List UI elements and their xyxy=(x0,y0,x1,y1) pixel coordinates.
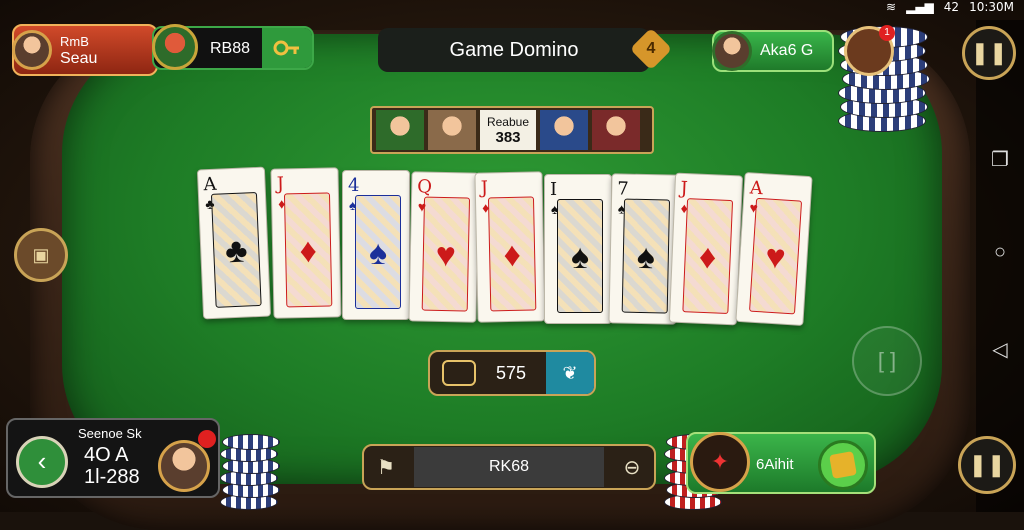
player-panel-top-left[interactable]: RmB Seau xyxy=(12,24,158,76)
avatar xyxy=(712,31,752,71)
card-rank: Q xyxy=(417,176,433,198)
avatar xyxy=(158,440,210,492)
medal-icon: ✦ xyxy=(690,432,750,492)
player-panel-top-right[interactable]: Aka6 G xyxy=(712,30,834,72)
player-panel-bottom-right[interactable]: ✦ 6Aihit xyxy=(686,432,876,494)
player-line-1: RmB xyxy=(60,34,89,49)
flag-icon[interactable]: ⚑ xyxy=(364,455,408,480)
minus-circle-icon[interactable]: ⊖ xyxy=(610,455,654,480)
card-rank: J xyxy=(480,177,489,199)
card-art: ♠ xyxy=(557,199,603,313)
playing-card[interactable]: J ♦ ♦ xyxy=(668,172,744,326)
card-rank: J xyxy=(680,177,689,200)
coin-icon xyxy=(829,451,857,479)
home-icon[interactable]: ○ xyxy=(988,240,1012,264)
placeholder-icon: [ ] xyxy=(877,348,897,373)
avatar xyxy=(152,24,198,70)
clock: 10:30M xyxy=(969,0,1014,14)
wifi-icon: ≋ xyxy=(886,0,897,14)
card-art: ♥ xyxy=(421,196,471,312)
bet-box[interactable]: 575 ❦ xyxy=(428,350,596,396)
card-suit-icon: ♠ xyxy=(368,234,388,273)
notification-badge: 1 xyxy=(879,25,895,41)
back-icon[interactable]: ◁ xyxy=(988,338,1012,362)
card-rank: J xyxy=(276,173,285,195)
page-title: Game Domino xyxy=(378,28,650,72)
player-panel-top-second[interactable]: RB88 xyxy=(152,24,314,70)
card-rank: A xyxy=(749,177,764,200)
confirm-bet-button[interactable]: ❦ xyxy=(546,352,594,394)
card-art: ♣ xyxy=(210,191,262,308)
score-value: 383 xyxy=(495,129,521,146)
card-suit-icon: ♦ xyxy=(698,237,718,277)
player-stat-1: 4O A xyxy=(84,444,129,466)
card-art: ♦ xyxy=(487,196,537,312)
menu-button[interactable]: ❚❚ xyxy=(962,26,1016,80)
player-score: RB88 xyxy=(210,40,251,57)
bet-amount: 575 xyxy=(495,362,527,383)
card-rank: I xyxy=(550,179,558,200)
player-label: Aka6 G xyxy=(760,42,814,59)
bottom-action-bar: ⚑ RK68 ⊖ xyxy=(362,444,656,490)
chip-stack xyxy=(220,424,280,510)
box-icon: ▣ xyxy=(32,244,50,265)
notification-dot xyxy=(198,430,216,448)
card-art: ♠ xyxy=(355,195,401,309)
pause-icon: ❚❚ xyxy=(968,452,1006,477)
chevron-left-icon: ‹ xyxy=(37,446,47,476)
card-art: ♠ xyxy=(621,198,671,314)
avatar xyxy=(592,110,640,150)
menu-icon: ❚❚ xyxy=(970,40,1008,65)
card-suit-icon: ♦ xyxy=(503,235,522,275)
players-strip: Reabue 383 xyxy=(370,106,654,154)
signal-icon: ▂▄▆ xyxy=(906,0,934,14)
player-stat-2: 1l-288 xyxy=(84,466,140,488)
card-suit-icon: ♥ xyxy=(435,235,457,275)
avatar xyxy=(12,30,52,70)
card-rank: 7 xyxy=(617,178,629,200)
status-bar: ≋ ▂▄▆ 42 10:30M xyxy=(886,0,1014,14)
score-label: Reabue xyxy=(486,115,530,129)
chip-icon xyxy=(442,360,476,386)
coin-button[interactable] xyxy=(818,440,868,490)
key-icon-button[interactable] xyxy=(262,28,312,68)
key-icon xyxy=(273,40,299,56)
battery-level: 42 xyxy=(943,0,960,14)
playing-card[interactable]: A ♣ ♣ xyxy=(196,166,272,320)
player-line-2: Seau xyxy=(60,50,98,67)
card-rank: 4 xyxy=(348,175,360,196)
avatar xyxy=(428,110,476,150)
notification-button[interactable]: 1 xyxy=(844,25,895,76)
card-suit-icon: ♣ xyxy=(224,231,249,271)
playing-card[interactable]: A ♥ ♥ xyxy=(735,172,813,326)
player-name: Seenoe Sk xyxy=(78,426,142,441)
playing-card[interactable]: Q ♥ ♥ xyxy=(408,171,480,323)
card-art: ♦ xyxy=(283,192,333,308)
card-suit-icon: ♦ xyxy=(299,231,318,271)
side-button[interactable]: ▣ xyxy=(14,228,68,282)
recents-icon[interactable]: ❐ xyxy=(988,148,1012,172)
card-art: ♥ xyxy=(749,197,803,315)
playing-card[interactable]: 4 ♠ ♠ xyxy=(342,170,410,320)
card-suit-icon: ♥ xyxy=(764,237,787,277)
playing-card[interactable]: J ♦ ♦ xyxy=(474,171,546,323)
bottom-value: RK68 xyxy=(414,447,604,487)
pause-button[interactable]: ❚❚ xyxy=(958,436,1016,494)
card-art: ♦ xyxy=(682,198,734,314)
avatar xyxy=(540,110,588,150)
avatar xyxy=(376,110,424,150)
playing-card[interactable]: J ♦ ♦ xyxy=(270,167,342,319)
player-label: 6Aihit xyxy=(756,456,794,473)
level-badge: 4 xyxy=(629,27,673,71)
card-suit-icon: ♠ xyxy=(636,237,656,277)
player-panel-bottom-left: ‹ Seenoe Sk 4O A 1l-288 xyxy=(6,418,220,498)
leaf-icon: ❦ xyxy=(562,362,578,383)
playing-card[interactable]: I ♠ ♠ xyxy=(544,174,612,324)
score-box: Reabue 383 xyxy=(480,110,536,150)
back-button[interactable]: ‹ xyxy=(16,436,68,488)
card-rank: A xyxy=(203,173,217,196)
card-suit-icon: ♠ xyxy=(570,238,590,277)
action-circle-button[interactable]: [ ] xyxy=(852,326,922,396)
